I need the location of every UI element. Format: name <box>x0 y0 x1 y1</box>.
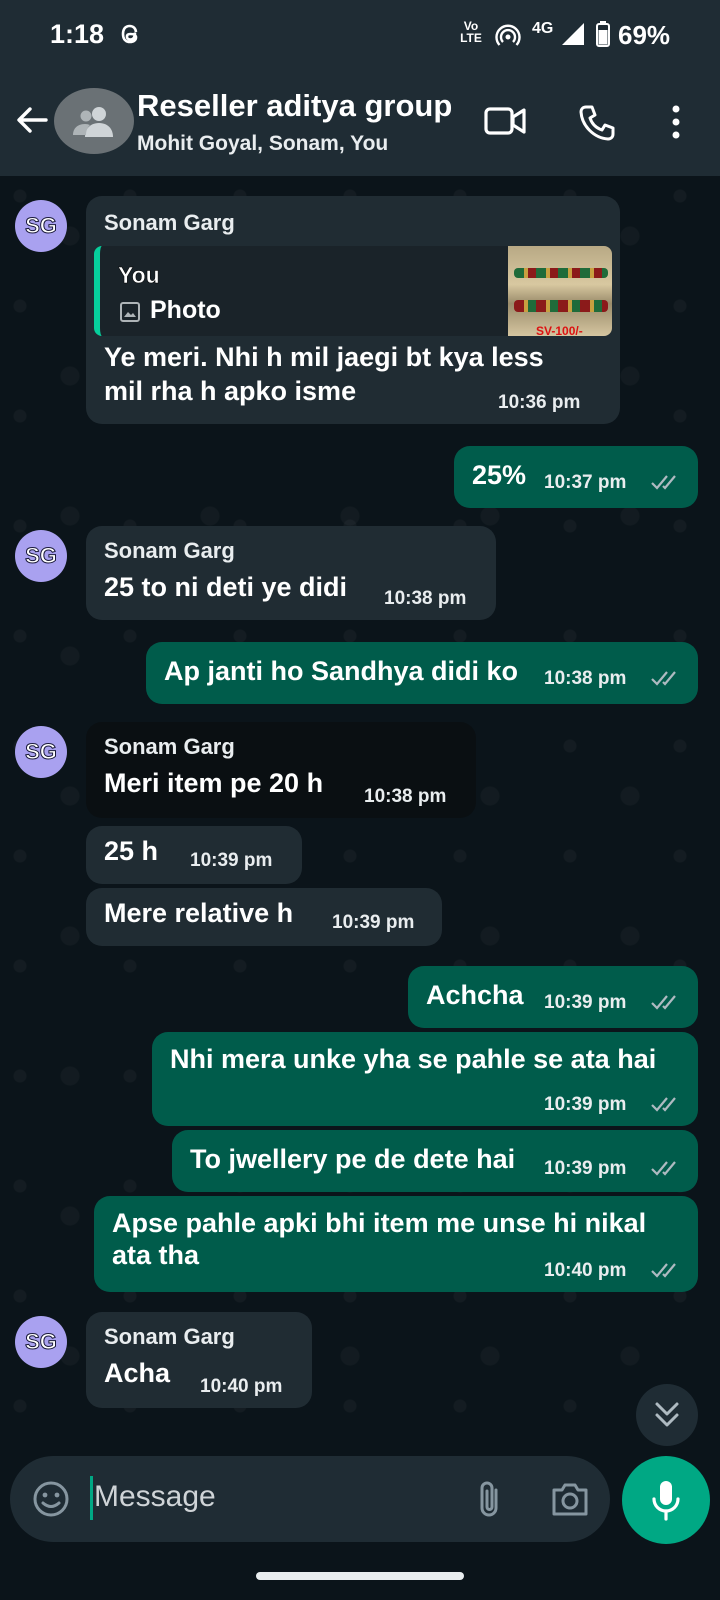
sender-name[interactable]: Sonam Garg <box>104 210 235 236</box>
message-text: 25 to ni deti ye didi <box>104 572 348 602</box>
chat-title[interactable]: Reseller aditya group <box>137 88 452 124</box>
message-list[interactable]: SG Sonam Garg You Photo SV-100/- Ye meri… <box>0 176 720 1432</box>
message-text: Ap janti ho Sandhya didi ko <box>164 656 519 686</box>
voice-message-button[interactable] <box>622 1456 710 1544</box>
system-nav-bar <box>0 1552 720 1600</box>
message-time: 10:39 pm <box>190 850 273 871</box>
group-icon <box>73 107 113 137</box>
message-text: To jwellery pe de dete hai <box>190 1144 516 1174</box>
status-bar: 1:18 Vo LTE 4G 69% <box>0 0 720 70</box>
message-text: ata tha <box>112 1240 200 1270</box>
double-check-icon <box>651 1097 676 1112</box>
message-bubble-outgoing[interactable]: Achcha 10:39 pm <box>408 966 698 1028</box>
arrow-left-icon[interactable] <box>14 102 50 138</box>
avatar[interactable]: SG <box>15 200 67 252</box>
message-bubble-outgoing[interactable]: Ap janti ho Sandhya didi ko 10:38 pm <box>146 642 698 704</box>
message-text: Meri item pe 20 h <box>104 768 324 798</box>
volte-indicator: Vo LTE <box>459 20 483 44</box>
quote-type: Photo <box>150 296 221 324</box>
message-bubble-incoming[interactable]: Sonam Garg Acha 10:40 pm <box>86 1312 312 1408</box>
message-bubble-outgoing[interactable]: Apse pahle apki bhi item me unse hi nika… <box>94 1196 698 1292</box>
message-bubble-incoming[interactable]: Mere relative h 10:39 pm <box>86 888 442 946</box>
message-time: 10:38 pm <box>544 668 627 689</box>
battery-percent: 69% <box>618 20 671 50</box>
signal-icon <box>562 23 584 45</box>
emoji-icon[interactable] <box>32 1480 70 1518</box>
chat-participants[interactable]: Mohit Goyal, Sonam, You <box>137 132 388 156</box>
message-bubble-incoming[interactable]: Sonam Garg 25 to ni deti ye didi 10:38 p… <box>86 526 496 620</box>
group-avatar[interactable] <box>54 88 134 154</box>
chat-header: Reseller aditya group Mohit Goyal, Sonam… <box>0 70 720 176</box>
message-time: 10:39 pm <box>544 992 627 1013</box>
volte-bottom: LTE <box>460 31 482 45</box>
quote-thumbnail: SV-100/- <box>508 246 612 336</box>
mic-icon <box>652 1481 680 1521</box>
home-gesture-bar[interactable] <box>256 1572 464 1580</box>
message-text: mil rha h apko isme <box>104 376 357 406</box>
double-check-icon <box>651 995 676 1010</box>
sender-name[interactable]: Sonam Garg <box>104 538 235 564</box>
message-bubble-outgoing[interactable]: Nhi mera unke yha se pahle se ata hai 10… <box>152 1032 698 1126</box>
sender-name[interactable]: Sonam Garg <box>104 1324 235 1350</box>
message-bubble-incoming[interactable]: 25 h 10:39 pm <box>86 826 302 884</box>
message-time: 10:39 pm <box>544 1094 627 1115</box>
battery-icon <box>596 21 610 47</box>
text-caret <box>90 1476 93 1520</box>
message-text: 25 h <box>104 836 159 866</box>
message-time: 10:39 pm <box>332 912 415 933</box>
scroll-to-bottom-button[interactable] <box>636 1384 698 1446</box>
avatar[interactable]: SG <box>15 726 67 778</box>
avatar[interactable]: SG <box>15 530 67 582</box>
thumbnail-price: SV-100/- <box>536 324 583 336</box>
double-check-icon <box>651 475 676 490</box>
message-time: 10:37 pm <box>544 472 627 493</box>
network-type: 4G <box>532 20 554 37</box>
sender-name[interactable]: Sonam Garg <box>104 734 235 760</box>
status-time: 1:18 <box>50 19 105 49</box>
hotspot-icon <box>495 24 521 46</box>
message-text: Nhi mera unke yha se pahle se ata hai <box>170 1044 657 1074</box>
message-text: Ye meri. Nhi h mil jaegi bt kya less <box>104 342 544 372</box>
message-text: 25% <box>472 460 527 490</box>
phone-icon[interactable] <box>578 104 616 142</box>
message-text: Achcha <box>426 980 524 1010</box>
photo-icon <box>120 302 140 322</box>
double-check-icon <box>651 671 676 686</box>
video-call-icon[interactable] <box>484 104 526 138</box>
message-time: 10:36 pm <box>498 392 581 413</box>
message-time: 10:39 pm <box>544 1158 627 1179</box>
message-bubble-outgoing[interactable]: To jwellery pe de dete hai 10:39 pm <box>172 1130 698 1192</box>
message-bubble-incoming[interactable]: Sonam Garg Meri item pe 20 h 10:38 pm <box>86 722 476 818</box>
quoted-message[interactable]: You Photo SV-100/- <box>94 246 612 336</box>
double-check-icon <box>651 1263 676 1278</box>
message-time: 10:38 pm <box>384 588 467 609</box>
paperclip-icon[interactable] <box>474 1478 504 1520</box>
message-time: 10:40 pm <box>544 1260 627 1281</box>
more-vert-icon[interactable] <box>668 104 684 140</box>
threads-icon <box>121 24 138 44</box>
message-bubble-incoming[interactable]: Sonam Garg You Photo SV-100/- Ye meri. N… <box>86 196 620 424</box>
avatar[interactable]: SG <box>15 1316 67 1368</box>
chevron-double-down-icon <box>655 1402 679 1427</box>
message-composer[interactable]: Message <box>10 1456 610 1542</box>
message-text: Mere relative h <box>104 898 294 928</box>
message-bubble-outgoing[interactable]: 25% 10:37 pm <box>454 446 698 508</box>
message-input[interactable]: Message <box>94 1480 216 1514</box>
quote-author: You <box>118 262 160 289</box>
message-text: Acha <box>104 1358 171 1388</box>
message-time: 10:38 pm <box>364 786 447 807</box>
double-check-icon <box>651 1161 676 1176</box>
message-text: Apse pahle apki bhi item me unse hi nika… <box>112 1208 647 1238</box>
message-time: 10:40 pm <box>200 1376 283 1397</box>
camera-icon[interactable] <box>550 1480 590 1518</box>
